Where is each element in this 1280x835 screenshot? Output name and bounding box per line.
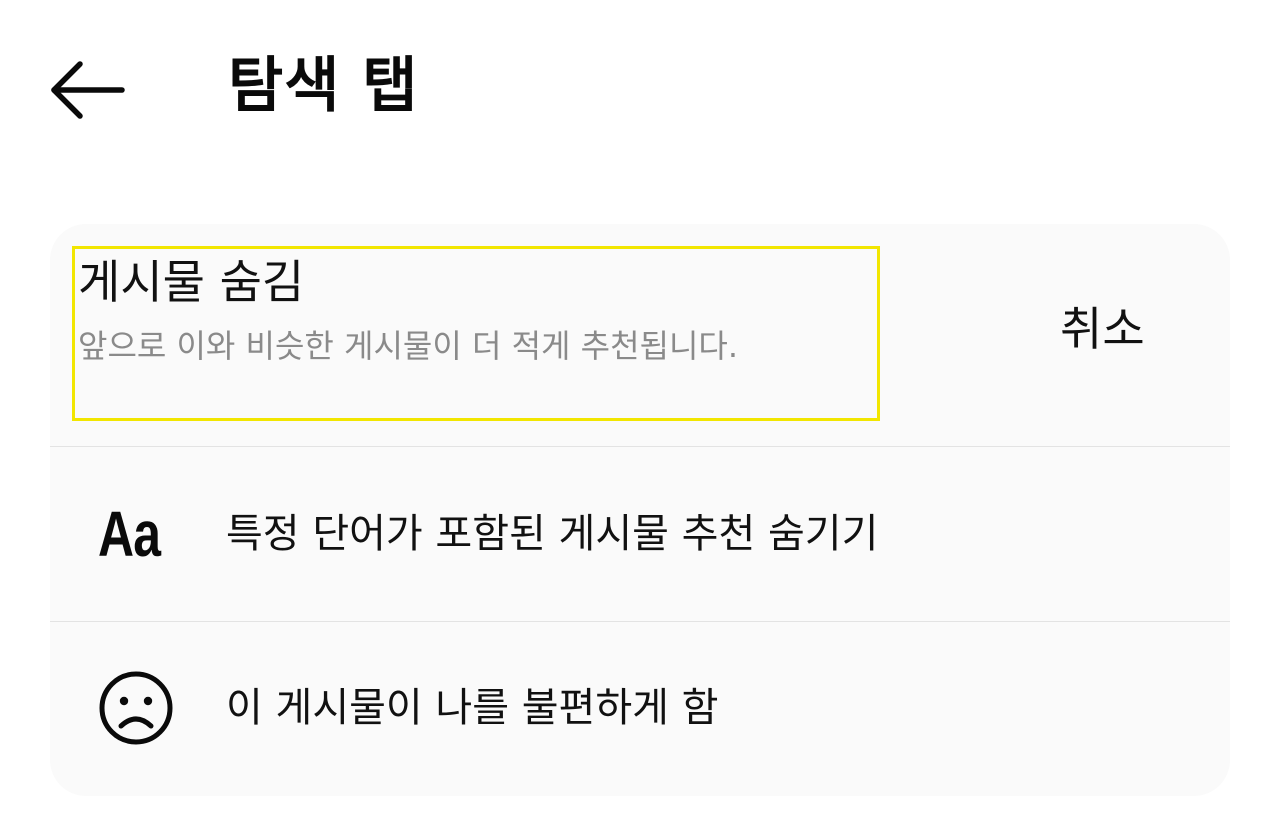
undo-button[interactable]: 취소 [1060, 294, 1200, 364]
aa-glyph: Aa [98, 498, 161, 570]
header: 탐색 탭 [0, 0, 1280, 180]
sad-face-icon [98, 668, 178, 748]
notice-subtitle: 앞으로 이와 비슷한 게시물이 더 적게 추천됩니다. [78, 327, 739, 365]
text-aa-icon: Aa [98, 494, 178, 574]
arrow-left-icon [51, 61, 125, 119]
option-label: 이 게시물이 나를 불편하게 함 [226, 685, 719, 731]
back-button[interactable] [40, 50, 136, 130]
notice-title: 게시물 숨김 [78, 255, 305, 309]
option-hide-keyword-posts[interactable]: Aa 특정 단어가 포함된 게시물 추천 숨기기 [50, 447, 1230, 622]
post-hidden-notice: 게시물 숨김 앞으로 이와 비슷한 게시물이 더 적게 추천됩니다. 취소 [50, 224, 1230, 447]
hide-post-screen: 탐색 탭 게시물 숨김 앞으로 이와 비슷한 게시물이 더 적게 추천됩니다. … [0, 0, 1280, 835]
option-post-makes-uncomfortable[interactable]: 이 게시물이 나를 불편하게 함 [50, 622, 1230, 794]
page-title: 탐색 탭 [228, 51, 419, 121]
hide-options-card: 게시물 숨김 앞으로 이와 비슷한 게시물이 더 적게 추천됩니다. 취소 Aa… [50, 224, 1230, 796]
option-label: 특정 단어가 포함된 게시물 추천 숨기기 [226, 511, 879, 557]
